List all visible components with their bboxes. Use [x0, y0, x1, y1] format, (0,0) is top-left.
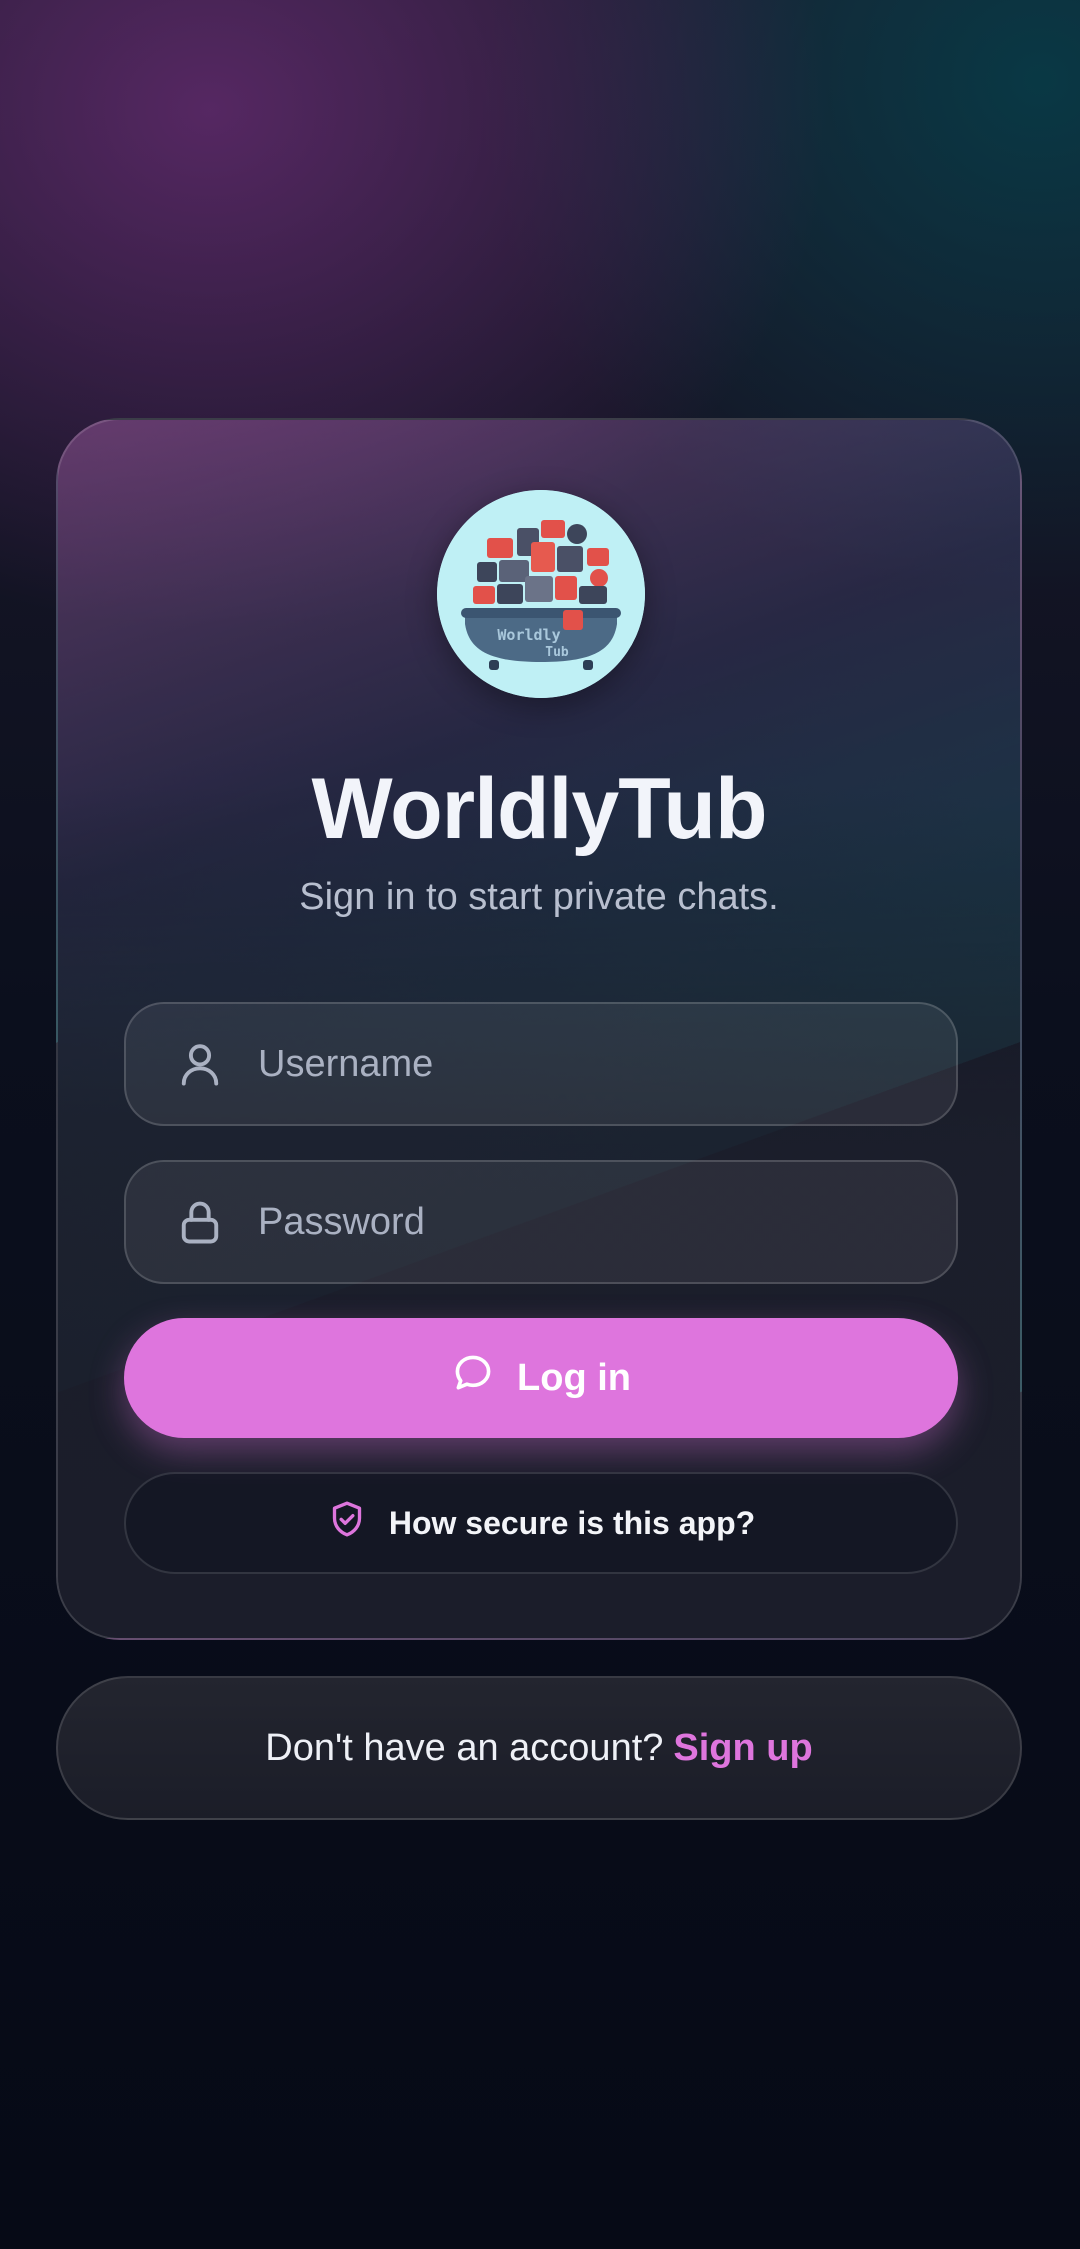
logo-text-1: Worldly: [497, 626, 560, 644]
login-card: Worldly Tub WorldlyTub Sign in to start …: [56, 418, 1022, 1640]
user-icon: [174, 1038, 226, 1090]
password-field[interactable]: [124, 1160, 958, 1284]
username-field[interactable]: [124, 1002, 958, 1126]
shield-check-icon: [327, 1499, 367, 1547]
signup-prompt: Don't have an account?: [265, 1726, 664, 1769]
signup-bar: Don't have an account? Sign up: [56, 1676, 1022, 1820]
security-info-button[interactable]: How secure is this app?: [124, 1472, 958, 1574]
security-info-label: How secure is this app?: [388, 1504, 756, 1541]
logo-text-2: Tub: [545, 645, 569, 660]
lock-icon: [174, 1196, 226, 1248]
password-input[interactable]: [256, 1199, 956, 1245]
app-title: WorldlyTub: [311, 761, 768, 857]
signup-link[interactable]: Sign up: [673, 1727, 812, 1770]
app-logo: Worldly Tub: [437, 490, 645, 698]
chat-bubble-icon: [451, 1351, 495, 1405]
username-input[interactable]: [256, 1041, 956, 1087]
login-button[interactable]: Log in: [124, 1318, 958, 1438]
login-button-label: Log in: [517, 1356, 631, 1399]
bathtub-logo-icon: Worldly Tub: [437, 490, 645, 698]
app-subtitle: Sign in to start private chats.: [299, 876, 779, 918]
